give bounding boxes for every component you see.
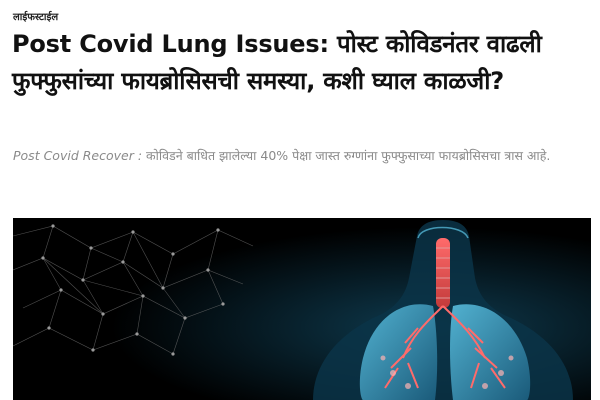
article-headline: Post Covid Lung Issues: पोस्ट कोविडनंतर …: [12, 30, 542, 95]
article-summary: Post Covid Recover : कोविडने बाधित झालेल…: [13, 146, 593, 165]
hero-image: [13, 218, 591, 400]
category-label[interactable]: लाईफस्टाईल: [13, 9, 58, 23]
lungs-illustration: [13, 218, 591, 400]
summary-text: कोविडने बाधित झालेल्या 40% पेक्षा जास्त …: [142, 148, 551, 163]
summary-lead: Post Covid Recover :: [13, 148, 143, 163]
